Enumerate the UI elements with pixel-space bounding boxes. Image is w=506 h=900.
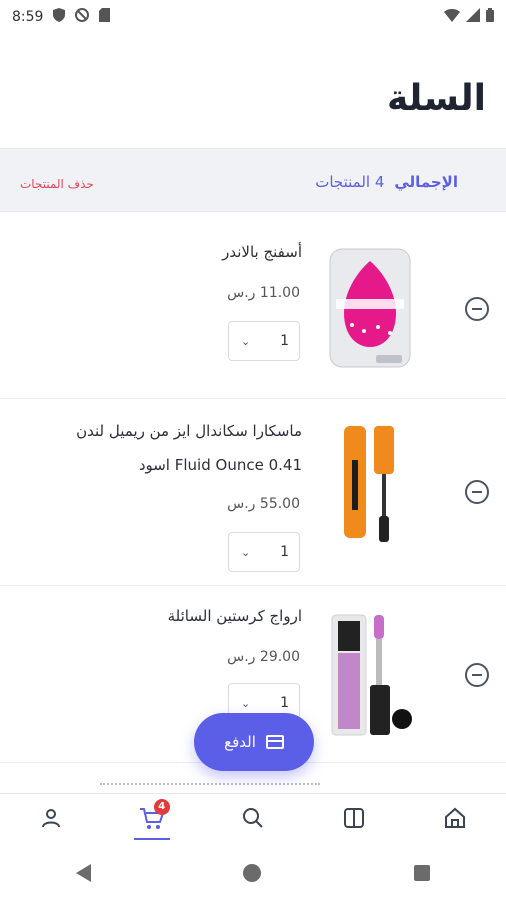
chevron-down-icon: ⌄ [241,334,251,348]
status-time: 8:59 [12,9,44,25]
nav-profile[interactable] [21,794,81,846]
chevron-down-icon: ⌄ [241,545,251,559]
item-price: 55.00 ر.س [227,496,300,512]
item-price: 29.00 ر.س [227,649,300,665]
sim-card-icon [99,8,111,26]
quantity-value: 1 [280,695,289,711]
nav-home[interactable] [425,794,485,846]
page-title: السلة [386,78,486,119]
search-icon [241,806,265,834]
signal-icon [466,8,480,26]
item-price: 11.00 ر.س [227,285,300,301]
remove-item-button[interactable] [465,297,489,321]
remove-item-button[interactable] [465,480,489,504]
status-bar: 8:59 [0,0,506,34]
shield-icon [53,8,66,26]
recents-icon[interactable] [413,864,430,881]
home-circle-icon[interactable] [243,863,262,882]
item-name-line1: ماسكارا سكاندال ايز من ريميل لندن [76,422,302,440]
back-icon[interactable] [76,863,92,882]
battery-icon [486,8,494,26]
chevron-down-icon: ⌄ [241,696,251,710]
quantity-select[interactable]: ⌄ 1 [228,532,300,572]
next-item-peek [100,783,320,793]
total-label: الإجمالي [394,173,458,191]
wifi-icon [444,8,460,26]
item-name: أسفنج بالاندر [222,243,302,261]
credit-card-icon [265,735,284,749]
do-not-disturb-icon [75,8,90,26]
product-image-beautyblender[interactable] [324,243,416,373]
quantity-value: 1 [280,544,289,560]
item-name-line2: 0.41 Fluid Ounce اسود [138,456,302,474]
user-icon [39,806,63,834]
cart-total: الإجمالي 4 المنتجات [315,173,458,191]
delete-all-button[interactable]: حذف المنتجات [20,177,94,191]
system-nav-bar [0,845,506,900]
book-icon [342,806,366,834]
checkout-label: الدفع [224,733,256,751]
nav-search[interactable] [223,794,283,846]
bottom-nav: 4 [0,793,506,845]
remove-item-button[interactable] [465,663,489,687]
cart-summary-bar: الإجمالي 4 المنتجات حذف المنتجات [0,148,506,212]
quantity-select[interactable]: ⌄ 1 [228,321,300,361]
product-image-mascara[interactable] [324,420,416,550]
items-count: 4 المنتجات [315,173,385,191]
checkout-button[interactable]: الدفع [194,713,314,771]
cart-badge: 4 [153,798,170,815]
cart-item: ماسكارا سكاندال ايز من ريميل لندن 0.41 F… [0,400,506,586]
product-image-lip-gloss[interactable] [324,611,416,741]
item-name: ارواج كرستين السائلة [167,607,302,625]
home-icon [443,806,467,834]
nav-cart[interactable]: 4 [122,794,182,846]
cart-item: أسفنج بالاندر 11.00 ر.س ⌄ 1 [0,213,506,399]
quantity-value: 1 [280,333,289,349]
nav-categories[interactable] [324,794,384,846]
